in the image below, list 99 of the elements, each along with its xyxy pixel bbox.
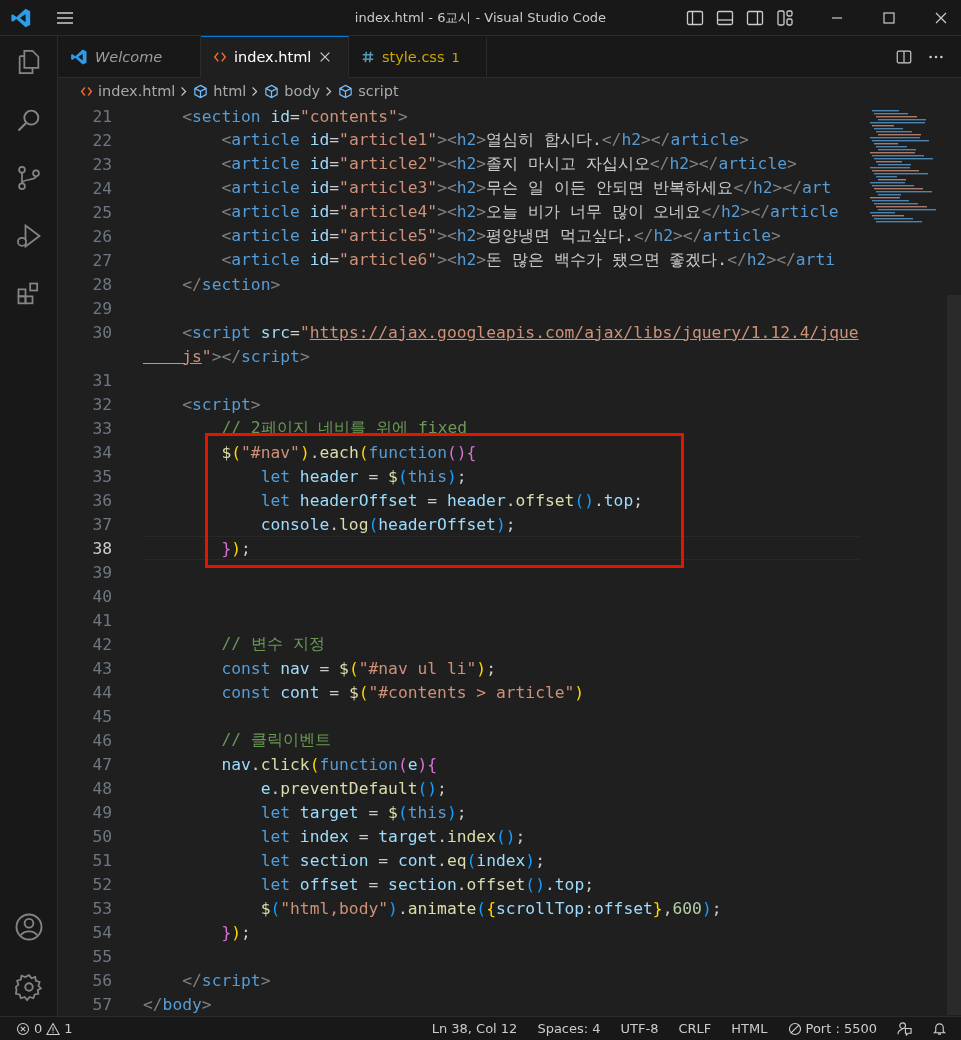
line-number: 26	[92, 226, 112, 246]
line-number: 51	[92, 850, 112, 870]
line-ending[interactable]: CRLF	[678, 1021, 712, 1036]
breadcrumb-item[interactable]: index.html	[80, 83, 176, 99]
indentation[interactable]: Spaces: 4	[537, 1021, 601, 1036]
line-number: 57	[92, 994, 112, 1014]
line-number: 42	[92, 634, 112, 654]
line-number: 41	[92, 610, 112, 630]
line-number: 33	[92, 418, 112, 438]
line-number: 34	[92, 442, 112, 462]
vscode-logo-icon	[70, 48, 88, 66]
line-number: 56	[92, 970, 112, 990]
code-line: });	[220, 538, 251, 558]
chevron-icon	[180, 84, 189, 98]
settings-icon[interactable]	[13, 972, 44, 1002]
line-number: 32	[92, 394, 112, 414]
window-title: index.html - 6교시 - Visual Studio Code	[354, 8, 607, 27]
bell-icon[interactable]	[932, 1021, 947, 1036]
line-number: 28	[92, 274, 112, 294]
line-number: 44	[92, 682, 112, 702]
cube-icon	[264, 83, 280, 99]
chevron-icon	[251, 84, 260, 98]
line-number: 38	[92, 538, 112, 558]
line-number: 22	[92, 130, 112, 150]
line-number: 23	[92, 154, 112, 174]
code-line: const nav = $("#nav ul li");	[220, 658, 496, 678]
code-line: let target = $(this);	[259, 802, 467, 822]
line-number: 47	[92, 754, 112, 774]
account-icon[interactable]	[13, 912, 44, 942]
line-number: 24	[92, 178, 112, 198]
feedback-icon[interactable]	[897, 1021, 912, 1036]
line-number: 46	[92, 730, 112, 750]
editor-tab[interactable]: index.html	[201, 36, 349, 78]
line-number: 39	[92, 562, 112, 582]
line-number: 40	[92, 586, 112, 606]
breadcrumb-item[interactable]: script	[338, 83, 399, 99]
live-server-port[interactable]: Port : 5500	[787, 1021, 877, 1036]
code-line: nav.click(function(e){	[220, 754, 438, 774]
editor-tab[interactable]: style.css 1	[349, 36, 487, 78]
code-line: </script>	[181, 970, 271, 990]
app-logo-icon[interactable]	[10, 6, 32, 29]
code-line: <article id="article5"><h2>평양냉면 먹고싶다.</h2></article>	[220, 225, 781, 247]
line-number: 52	[92, 874, 112, 894]
code-line: $("html,body").animate({scrollTop:offset},600);	[259, 898, 722, 918]
line-number: 50	[92, 826, 112, 846]
code-line: // 클릭이벤트	[220, 729, 331, 751]
language-mode[interactable]: HTML	[731, 1021, 768, 1036]
line-number: 37	[92, 514, 112, 534]
line-number: 43	[92, 658, 112, 678]
breadcrumb-item[interactable]: html	[193, 83, 247, 99]
line-number: 29	[92, 298, 112, 318]
code-line: <script>	[181, 394, 261, 414]
line-number: 31	[92, 370, 112, 390]
html-file-icon	[213, 50, 227, 64]
layout-icon[interactable]	[775, 7, 795, 28]
breadcrumb-item[interactable]: body	[264, 83, 321, 99]
code-line: <script src="https://ajax.googleapis.com/ajax/libs/jquery/1.12.4/jque	[181, 322, 859, 342]
line-number: 27	[92, 250, 112, 270]
code-line: </body>	[143, 994, 212, 1014]
chevron-icon	[325, 84, 334, 98]
no-entry-icon	[787, 1021, 802, 1036]
code-line: let headerOffset = header.offset().top;	[259, 490, 644, 510]
line-number: 25	[92, 202, 112, 222]
code-line: </section>	[181, 274, 281, 294]
code-line: <article id="article4"><h2>오늘 비가 너무 많이 오네요</h2></article	[220, 201, 839, 223]
code-line: <article id="article6"><h2>돈 많은 백수가 됐으면 좋겠다.</h2></arti	[220, 249, 836, 271]
code-line: // 변수 지정	[220, 633, 325, 655]
code-line: let section = cont.eq(index);	[259, 850, 545, 870]
code-line: let index = target.index();	[259, 826, 526, 846]
cube-icon	[338, 83, 354, 99]
cube-icon	[193, 83, 209, 99]
line-number: 48	[92, 778, 112, 798]
line-number: 35	[92, 466, 112, 486]
code-line: e.preventDefault();	[259, 778, 447, 798]
code-line: const cont = $("#contents > article")	[220, 682, 585, 702]
code-line: $("#nav").each(function(){	[220, 442, 477, 462]
code-line: <article id="article2"><h2>졸지 마시고 자십시오</h2></article>	[220, 153, 797, 175]
line-number: 45	[92, 706, 112, 726]
code-line: js"></script>	[181, 346, 310, 366]
line-number: 55	[92, 946, 112, 966]
html-file-icon	[80, 84, 93, 98]
code-line: console.log(headerOffset);	[259, 514, 516, 534]
problems-indicator[interactable]: 0 1	[16, 1021, 73, 1036]
css-file-icon	[361, 50, 375, 64]
code-line: <article id="article3"><h2>무슨 일 이든 안되면 반복하세요</h2></art	[220, 177, 832, 199]
code-line: let offset = section.offset().top;	[259, 874, 594, 894]
line-number: 53	[92, 898, 112, 918]
code-line: let header = $(this);	[259, 466, 467, 486]
line-number: 49	[92, 802, 112, 822]
line-number: 54	[92, 922, 112, 942]
code-line: <section id="contents">	[181, 106, 408, 126]
cursor-position[interactable]: Ln 38, Col 12	[431, 1021, 518, 1036]
line-number: 30	[92, 322, 112, 342]
encoding[interactable]: UTF-8	[620, 1021, 659, 1036]
code-line: <article id="article1"><h2>열심히 합시다.</h2></article>	[220, 129, 749, 151]
line-number: 36	[92, 490, 112, 510]
line-number: 21	[92, 106, 112, 126]
run-debug-icon[interactable]	[14, 222, 43, 250]
code-line: });	[220, 922, 251, 942]
